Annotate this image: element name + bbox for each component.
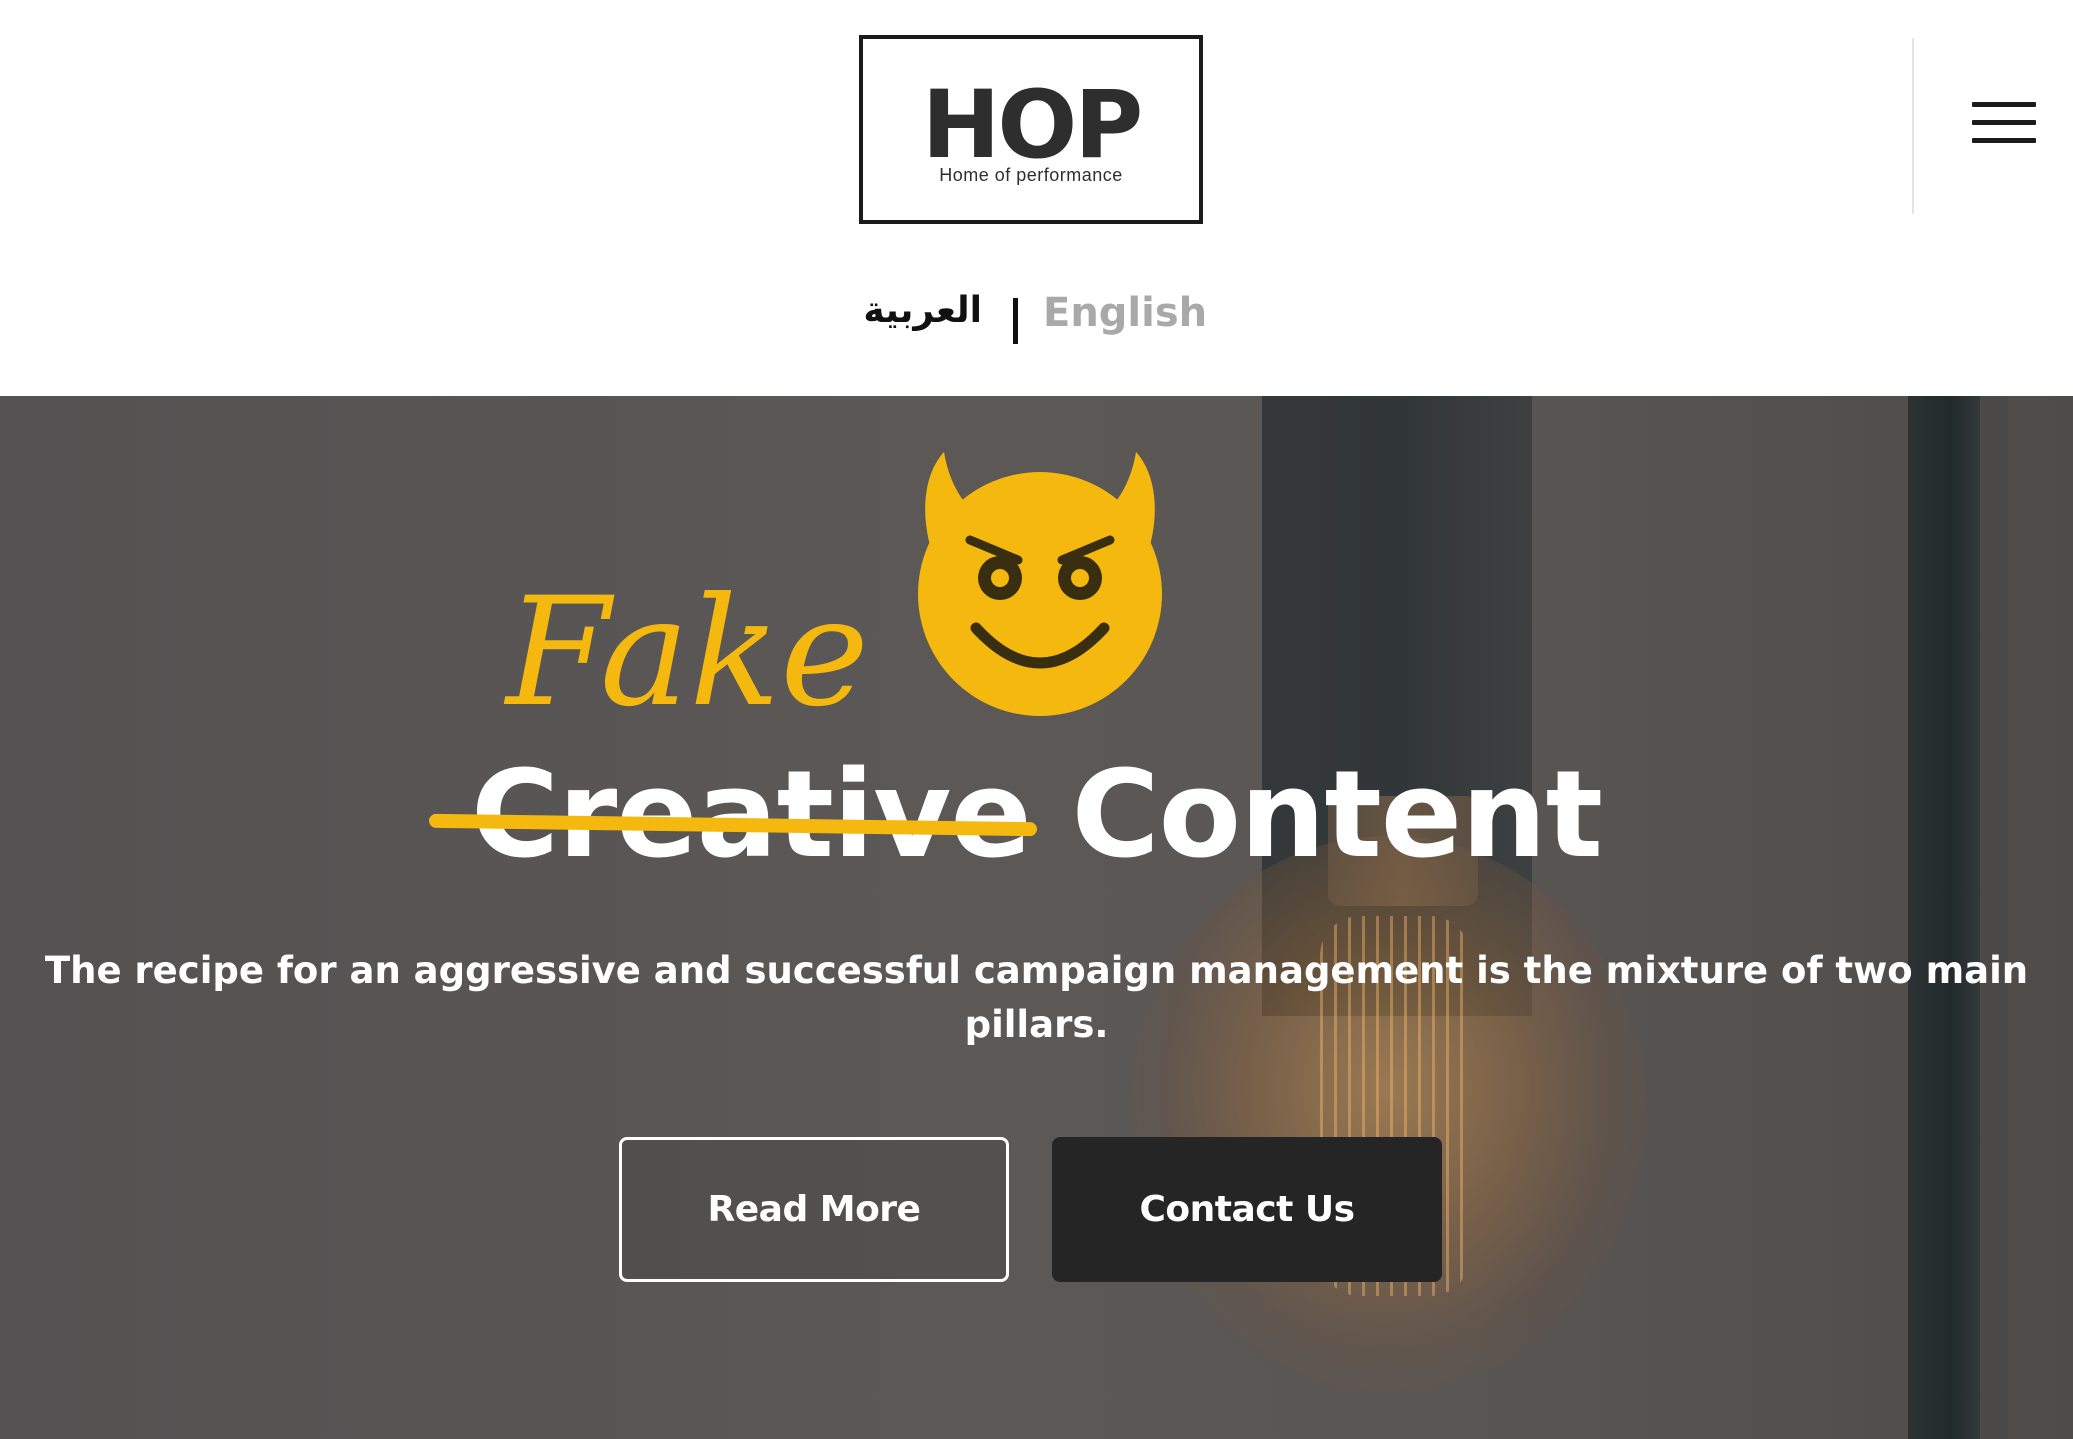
hamburger-menu-icon[interactable]: [1972, 102, 2036, 144]
language-switcher: العربية English: [0, 286, 2073, 346]
smiling-devil-face-icon: [918, 452, 1162, 716]
read-more-button[interactable]: Read More: [619, 1137, 1009, 1282]
struck-word: Creative: [428, 756, 1037, 876]
background-wall-strip: [1980, 396, 2008, 1439]
site-header: HOP Home of performance العربية English: [0, 0, 2073, 396]
language-arabic-link[interactable]: العربية: [863, 290, 982, 331]
fake-overlay-text: Fake: [506, 566, 869, 740]
language-english-link[interactable]: English: [1043, 290, 1207, 336]
logo-tagline: Home of performance: [939, 165, 1123, 185]
hamburger-line: [1972, 120, 2036, 125]
contact-us-label: Contact Us: [1139, 1189, 1355, 1230]
headline-word: Content: [1071, 746, 1603, 885]
hamburger-line: [1972, 102, 2036, 107]
contact-us-button[interactable]: Contact Us: [1052, 1137, 1442, 1282]
header-divider: [1912, 38, 1914, 214]
site-logo[interactable]: HOP Home of performance: [859, 35, 1203, 224]
read-more-label: Read More: [707, 1189, 921, 1230]
background-lamp-cord: [1908, 396, 1980, 1439]
hero-subtitle: The recipe for an aggressive and success…: [44, 949, 2029, 1046]
hamburger-line: [1972, 138, 2036, 143]
language-separator: [1013, 298, 1018, 344]
logo-wordmark: HOP: [921, 71, 1143, 180]
hero-headline: Creative Content: [0, 756, 2073, 876]
